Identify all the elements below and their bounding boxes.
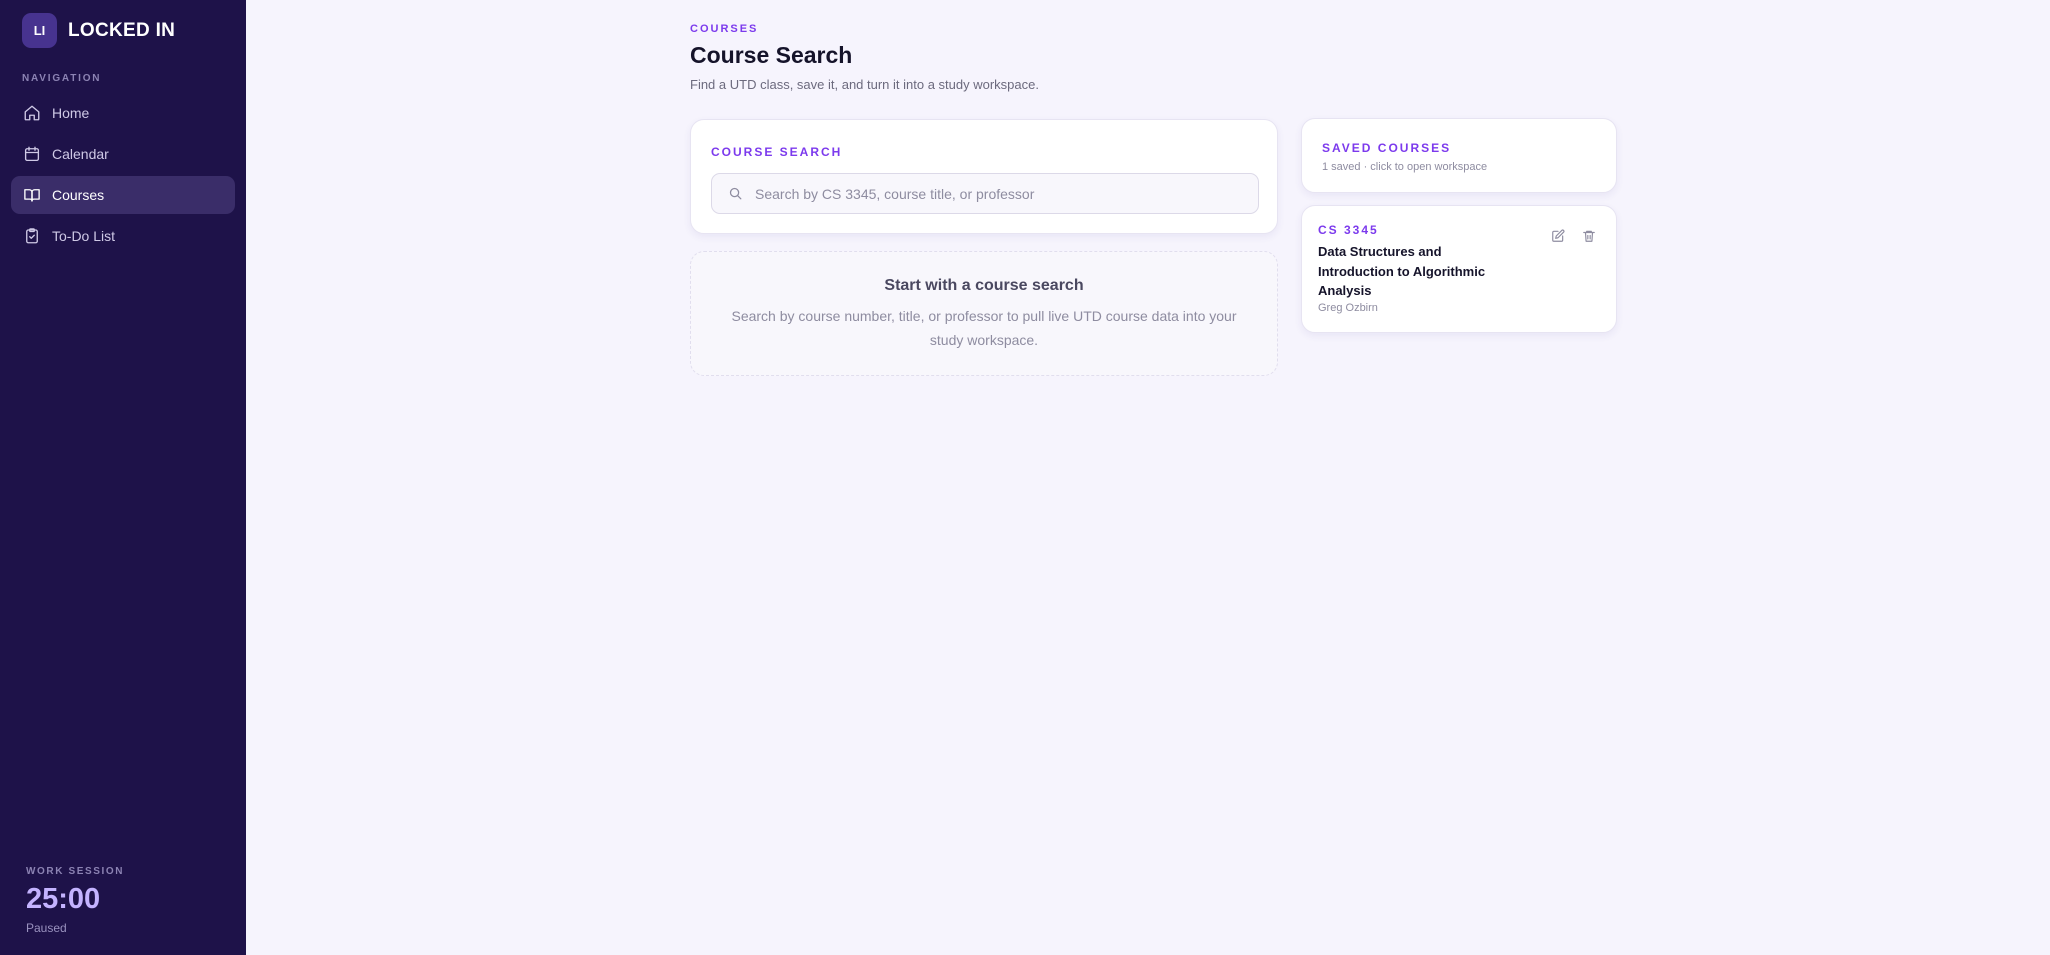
course-code: CS 3345 bbox=[1318, 223, 1379, 237]
session-status: Paused bbox=[26, 921, 67, 935]
calendar-icon bbox=[24, 146, 40, 162]
saved-course-card[interactable]: CS 3345 Data Structures and Introduction… bbox=[1301, 205, 1617, 333]
session-timer: 25:00 bbox=[26, 883, 101, 915]
home-icon bbox=[24, 105, 40, 121]
nav-heading: NAVIGATION bbox=[22, 73, 102, 84]
page-title: Course Search bbox=[690, 42, 853, 68]
course-search-card: COURSE SEARCH bbox=[690, 119, 1278, 234]
sidebar-item-courses[interactable]: Courses bbox=[11, 176, 235, 214]
course-search-label: COURSE SEARCH bbox=[711, 145, 843, 159]
clipboard-check-icon bbox=[26, 228, 38, 244]
search-box[interactable] bbox=[711, 173, 1259, 214]
sidebar-nav: Home Calendar Courses To-Do List bbox=[11, 94, 235, 258]
edit-icon bbox=[1552, 229, 1565, 242]
sidebar-item-label: Calendar bbox=[52, 146, 109, 162]
sidebar: LI LOCKED IN NAVIGATION Home Calendar Co… bbox=[0, 0, 246, 955]
sidebar-item-calendar[interactable]: Calendar bbox=[11, 135, 235, 173]
work-session[interactable]: WORK SESSION 25:00 Paused bbox=[26, 866, 124, 935]
edit-course-button[interactable] bbox=[1546, 224, 1570, 248]
saved-courses-count: 1 saved · click to open workspace bbox=[1322, 161, 1488, 173]
work-session-heading: WORK SESSION bbox=[26, 866, 125, 877]
saved-courses-title: SAVED COURSES bbox=[1322, 141, 1452, 155]
sidebar-item-label: Home bbox=[52, 105, 90, 121]
course-title: Data Structures and Introduction to Algo… bbox=[1318, 244, 1486, 298]
page-eyebrow: COURSES bbox=[690, 23, 759, 35]
page-subtitle: Find a UTD class, save it, and turn it i… bbox=[690, 77, 1039, 92]
brand-name: LOCKED IN bbox=[68, 19, 176, 41]
course-professor: Greg Ozbirn bbox=[1318, 302, 1378, 314]
search-icon bbox=[729, 187, 742, 200]
empty-state: Start with a course search Search by cou… bbox=[690, 251, 1278, 376]
sidebar-item-label: To-Do List bbox=[52, 228, 116, 244]
saved-courses-card: SAVED COURSES 1 saved · click to open wo… bbox=[1301, 118, 1617, 193]
trash-icon bbox=[1583, 230, 1595, 242]
search-input[interactable] bbox=[755, 185, 1255, 202]
brand-logo: LI bbox=[22, 13, 57, 48]
sidebar-item-home[interactable]: Home bbox=[11, 94, 235, 132]
delete-course-button[interactable] bbox=[1577, 224, 1601, 248]
empty-state-title: Start with a course search bbox=[884, 277, 1084, 294]
brand[interactable]: LI LOCKED IN bbox=[22, 13, 175, 48]
book-icon bbox=[24, 189, 40, 202]
empty-state-description: Search by course number, title, or profe… bbox=[731, 308, 1237, 348]
sidebar-item-todo-list[interactable]: To-Do List bbox=[11, 217, 235, 255]
sidebar-item-label: Courses bbox=[52, 187, 105, 203]
